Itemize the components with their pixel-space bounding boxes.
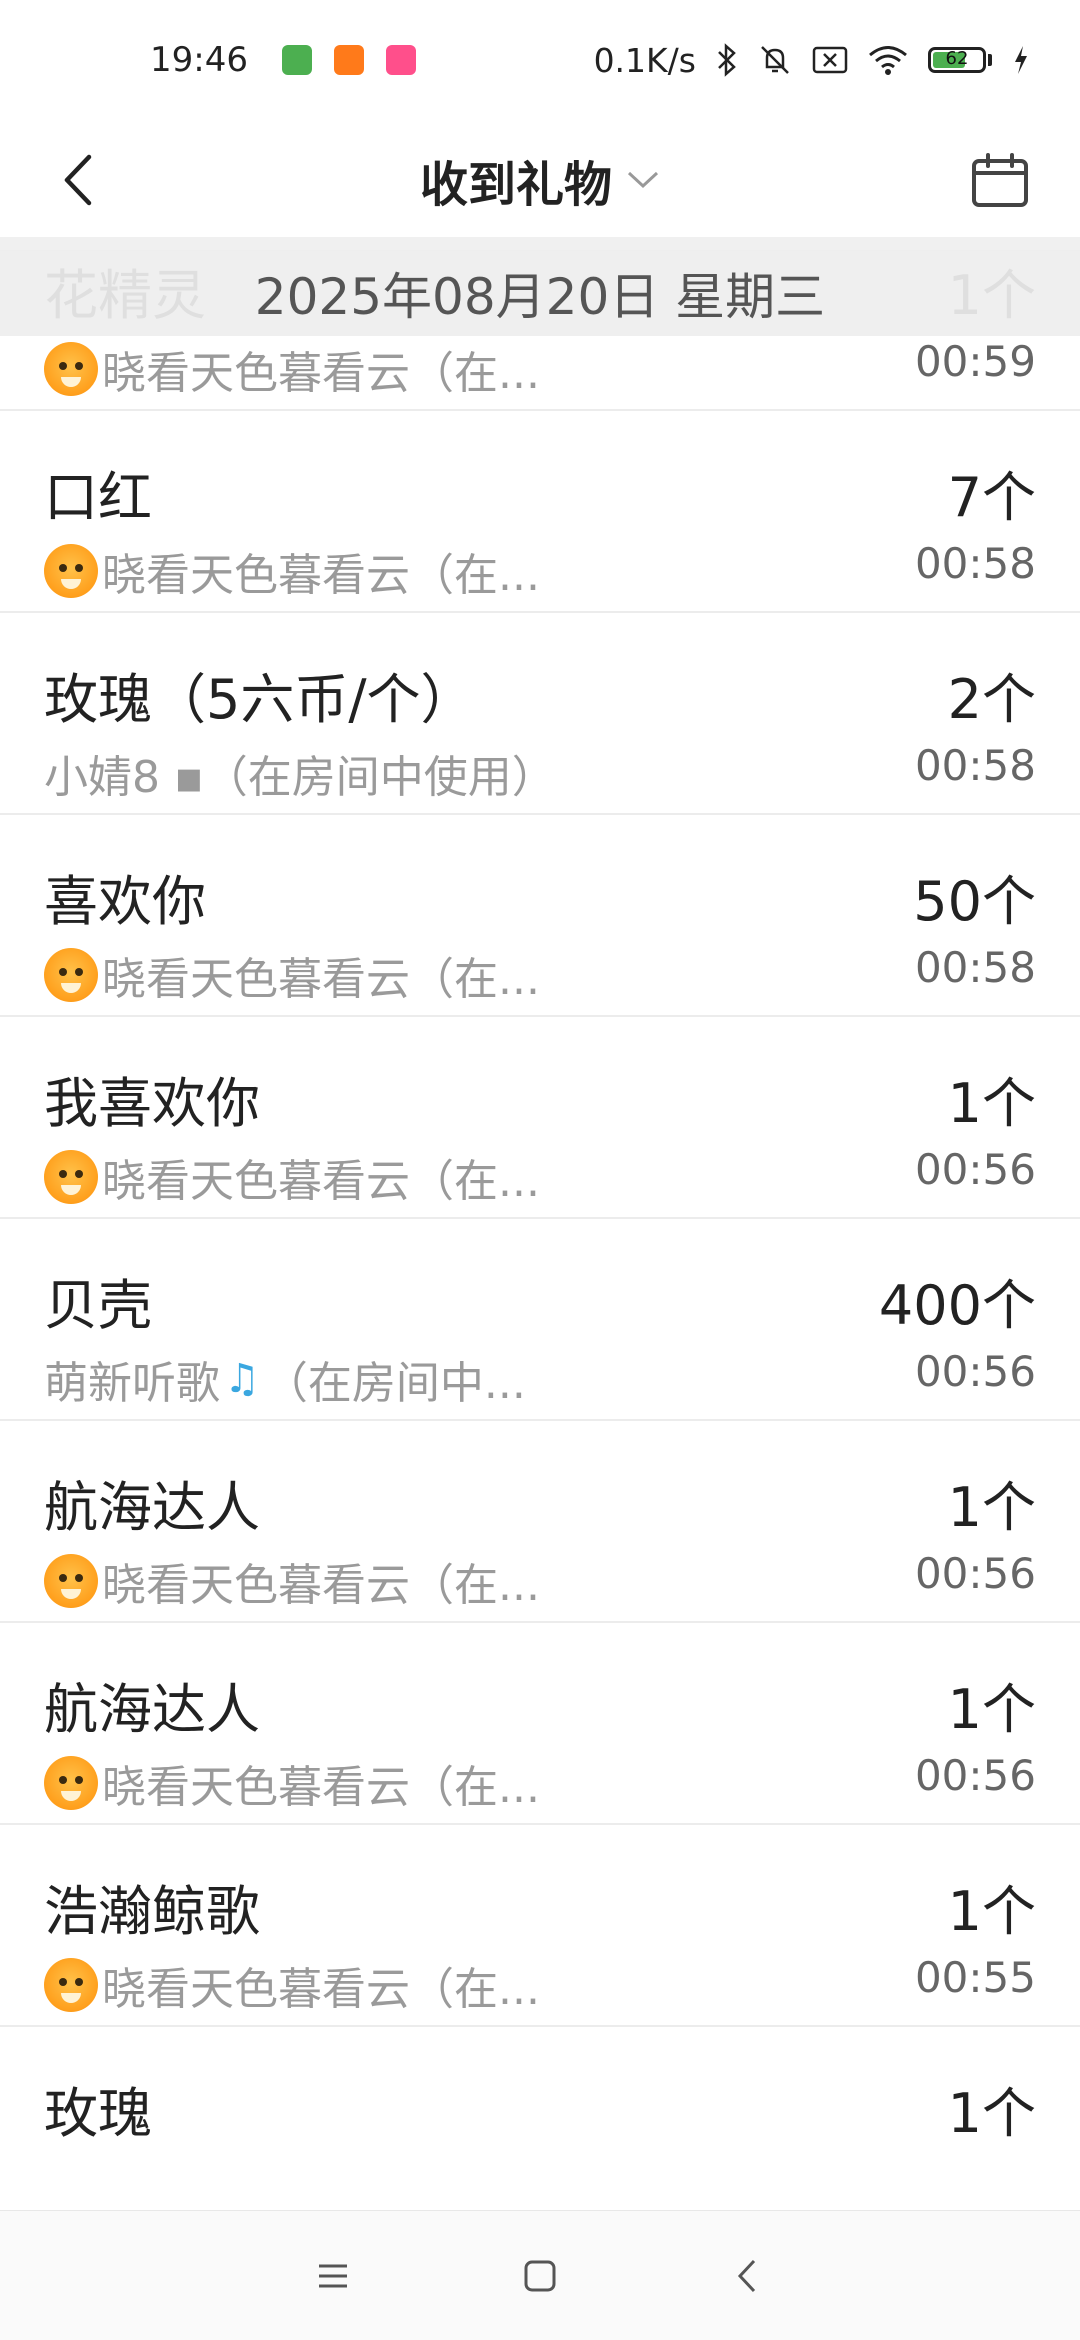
sender-text: （在房间中... xyxy=(263,1358,526,1409)
mute-icon xyxy=(758,43,792,77)
calendar-button[interactable] xyxy=(960,140,1040,220)
menu-icon xyxy=(319,2264,348,2287)
tiger-avatar-icon xyxy=(44,1554,98,1608)
battery-level: 62 xyxy=(945,48,969,69)
tiger-avatar-icon xyxy=(44,1150,98,1204)
gift-name: 口红 xyxy=(44,466,152,529)
tiger-avatar-icon xyxy=(44,544,98,598)
date-header: 2025年08月20日 星期三 xyxy=(0,250,1080,336)
sender-info: 晓看天色暮看云（在... xyxy=(44,943,540,1007)
app-notification-icon xyxy=(385,45,416,75)
gift-count: 2个 xyxy=(947,668,1036,731)
list-item[interactable]: 玫瑰（5六币/个） 2个小婧8 ▪（在房间中使用） 00:58 xyxy=(0,613,1080,815)
gift-time: 00:55 xyxy=(914,1953,1036,2002)
wifi-icon xyxy=(868,44,908,76)
gift-count: 7个 xyxy=(947,466,1036,529)
home-button[interactable] xyxy=(510,2246,570,2306)
page-title: 收到礼物 xyxy=(419,157,612,213)
sender-info: 晓看天色暮看云（在... xyxy=(44,1549,540,1613)
battery-icon: 62 xyxy=(928,47,992,73)
status-left: 19:46 xyxy=(150,40,416,80)
sender-text: 晓看天色暮看云（在... xyxy=(102,348,540,399)
network-speed: 0.1K/s xyxy=(593,40,696,80)
list-item[interactable]: 我喜欢你 1个晓看天色暮看云（在... 00:56 xyxy=(0,1017,1080,1219)
sender-info: 萌新听歌 ♫ （在房间中... xyxy=(44,1347,526,1411)
sender-text: 晓看天色暮看云（在... xyxy=(102,550,540,601)
gift-name: 玫瑰 xyxy=(44,2082,152,2145)
sender-info: 小婧8 ▪（在房间中使用） xyxy=(44,741,556,805)
home-icon xyxy=(524,2260,556,2291)
title-dropdown[interactable]: 收到礼物 xyxy=(420,145,660,215)
sender-text: 晓看天色暮看云（在... xyxy=(102,1156,540,1207)
gift-name: 玫瑰（5六币/个） xyxy=(44,668,475,731)
sender-info: 晓看天色暮看云（在... xyxy=(44,539,540,603)
gift-name: 航海达人 xyxy=(44,1678,260,1741)
gift-name: 航海达人 xyxy=(44,1476,260,1539)
status-right: 0.1K/s 62 xyxy=(594,41,1030,80)
status-time: 19:46 xyxy=(150,40,248,80)
sender-info: 晓看天色暮看云（在... xyxy=(44,337,540,401)
gift-time: 00:56 xyxy=(914,1347,1036,1396)
chevron-left-icon xyxy=(64,154,92,206)
list-item[interactable]: 喜欢你 50个晓看天色暮看云（在... 00:58 xyxy=(0,815,1080,1017)
gift-time: 00:56 xyxy=(914,1751,1036,1800)
sender-text: 小婧8 ▪（在房间中使用） xyxy=(44,752,556,803)
tiger-avatar-icon xyxy=(44,342,98,396)
gift-count: 400个 xyxy=(878,1274,1036,1337)
system-nav-bar xyxy=(0,2210,1080,2340)
gift-name: 我喜欢你 xyxy=(44,1072,260,1135)
sender-text: 晓看天色暮看云（在... xyxy=(102,1762,540,1813)
calendar-icon xyxy=(972,153,1028,207)
gift-name: 喜欢你 xyxy=(44,870,206,933)
music-note-icon: ♫ xyxy=(224,1356,260,1402)
gift-time: 00:58 xyxy=(914,943,1036,992)
charging-icon xyxy=(1012,44,1030,76)
tiger-avatar-icon xyxy=(44,1756,98,1810)
bluetooth-icon xyxy=(716,43,738,77)
back-button[interactable] xyxy=(48,142,108,218)
sender-name: 萌新听歌 xyxy=(44,1358,220,1409)
gift-time: 00:58 xyxy=(914,741,1036,790)
list-item[interactable]: 口红 7个晓看天色暮看云（在... 00:58 xyxy=(0,411,1080,613)
gift-count: 50个 xyxy=(913,870,1036,933)
tiger-avatar-icon xyxy=(44,948,98,1002)
gift-name: 浩瀚鲸歌 xyxy=(44,1880,260,1943)
gift-count: 1个 xyxy=(947,1476,1036,1539)
app-notification-icon xyxy=(281,45,312,75)
menu-button[interactable] xyxy=(303,2246,363,2306)
chevron-down-icon xyxy=(627,171,659,189)
gift-time: 00:59 xyxy=(914,337,1036,386)
sender-text: 晓看天色暮看云（在... xyxy=(102,954,540,1005)
gift-count: 1个 xyxy=(947,1678,1036,1741)
gift-list[interactable]: 花精灵1个晓看天色暮看云（在...00:59口红7个晓看天色暮看云（在...00… xyxy=(0,250,1080,2210)
sender-text: 晓看天色暮看云（在... xyxy=(102,1560,540,1611)
gift-count: 1个 xyxy=(947,1880,1036,1943)
list-item[interactable]: 贝壳 400个萌新听歌 ♫ （在房间中... 00:56 xyxy=(0,1219,1080,1421)
gift-time: 00:58 xyxy=(914,539,1036,588)
list-item[interactable]: 航海达人 1个晓看天色暮看云（在... 00:56 xyxy=(0,1623,1080,1825)
gift-time: 00:56 xyxy=(914,1549,1036,1598)
header-divider xyxy=(0,237,1080,251)
app-bar: 收到礼物 xyxy=(0,120,1080,240)
gift-count: 1个 xyxy=(947,2082,1036,2145)
gift-time: 00:56 xyxy=(914,1145,1036,1194)
list-item[interactable]: 浩瀚鲸歌 1个晓看天色暮看云（在... 00:55 xyxy=(0,1825,1080,2027)
app-notification-icon xyxy=(333,45,364,75)
list-item[interactable]: 航海达人 1个晓看天色暮看云（在... 00:56 xyxy=(0,1421,1080,1623)
sender-info: 晓看天色暮看云（在... xyxy=(44,1953,540,2017)
tiger-avatar-icon xyxy=(44,1958,98,2012)
sender-info: 晓看天色暮看云（在... xyxy=(44,1145,540,1209)
gift-name: 贝壳 xyxy=(44,1274,152,1337)
sender-info: 晓看天色暮看云（在... xyxy=(44,1751,540,1815)
sim-off-icon xyxy=(812,45,848,75)
status-bar: 19:46 0.1K/s 62 xyxy=(0,0,1080,120)
back-icon xyxy=(737,2259,755,2292)
list-item[interactable]: 玫瑰 1个 xyxy=(0,2027,1080,2210)
sender-text: 晓看天色暮看云（在... xyxy=(102,1964,540,2015)
gift-count: 1个 xyxy=(947,1072,1036,1135)
back-nav-button[interactable] xyxy=(717,2246,777,2306)
